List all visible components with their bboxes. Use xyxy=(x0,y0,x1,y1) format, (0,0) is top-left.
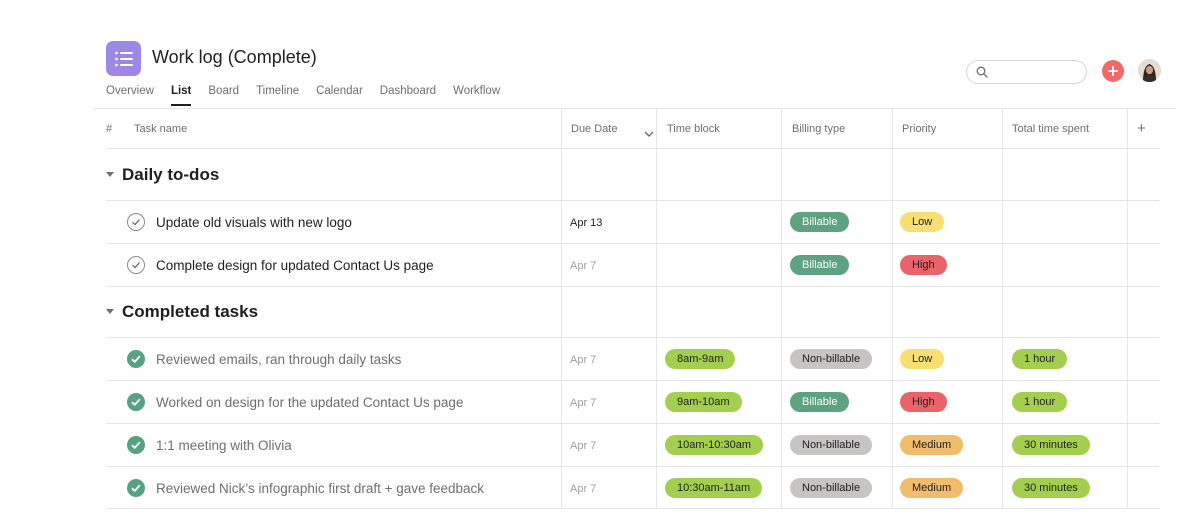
check-icon xyxy=(131,441,141,450)
total-time-badge[interactable]: 30 minutes xyxy=(1012,478,1090,498)
tab-workflow[interactable]: Workflow xyxy=(453,85,500,106)
column-header-total-time[interactable]: Total time spent xyxy=(1012,123,1089,135)
complete-checkbox[interactable] xyxy=(127,393,145,411)
table-header: # Task name Due Date Time block Billing … xyxy=(106,109,1159,149)
check-icon xyxy=(132,219,140,226)
list-icon xyxy=(114,51,133,66)
due-date[interactable]: Apr 7 xyxy=(570,397,596,409)
complete-checkbox[interactable] xyxy=(127,350,145,368)
task-name[interactable]: Reviewed emails, ran through daily tasks xyxy=(156,352,401,367)
collapse-caret-icon[interactable] xyxy=(106,309,114,314)
total-time-badge[interactable]: 1 hour xyxy=(1012,392,1068,412)
column-header-due-date[interactable]: Due Date xyxy=(571,123,617,135)
priority-badge[interactable]: High xyxy=(900,392,947,412)
task-name[interactable]: Worked on design for the updated Contact… xyxy=(156,395,463,410)
tab-overview[interactable]: Overview xyxy=(106,85,154,106)
tab-list[interactable]: List xyxy=(170,85,192,106)
project-icon[interactable] xyxy=(106,41,141,76)
priority-badge[interactable]: Low xyxy=(900,349,945,369)
complete-checkbox[interactable] xyxy=(127,213,145,231)
time-block-badge[interactable]: 9am-10am xyxy=(665,392,742,412)
priority-badge[interactable]: High xyxy=(900,255,947,275)
table-row[interactable]: 1:1 meeting with Olivia Apr 7 10am-10:30… xyxy=(106,423,1159,466)
due-date[interactable]: Apr 7 xyxy=(570,483,596,495)
billing-type-badge[interactable]: Non-billable xyxy=(790,478,873,498)
column-header-priority[interactable]: Priority xyxy=(902,123,936,135)
billing-type-badge[interactable]: Billable xyxy=(790,255,850,275)
table-row[interactable]: Reviewed emails, ran through daily tasks… xyxy=(106,337,1159,380)
total-time-badge[interactable]: 1 hour xyxy=(1012,349,1068,369)
table-row[interactable]: Update old visuals with new logo Apr 13 … xyxy=(106,200,1159,243)
user-avatar[interactable] xyxy=(1138,59,1161,82)
task-name[interactable]: Complete design for updated Contact Us p… xyxy=(156,258,434,273)
billing-type-badge[interactable]: Billable xyxy=(790,392,850,412)
check-icon xyxy=(132,262,140,269)
search-icon xyxy=(976,66,988,78)
plus-icon xyxy=(1108,66,1118,76)
table-row[interactable]: Reviewed Nick’s infographic first draft … xyxy=(106,466,1159,509)
chevron-down-icon[interactable] xyxy=(644,125,654,143)
column-header-billing-type[interactable]: Billing type xyxy=(792,123,845,135)
table-row[interactable]: Worked on design for the updated Contact… xyxy=(106,380,1159,423)
task-name[interactable]: 1:1 meeting with Olivia xyxy=(156,438,292,453)
section-title[interactable]: Daily to-dos xyxy=(122,165,219,185)
column-header-number: # xyxy=(106,123,113,135)
search-box[interactable] xyxy=(966,60,1087,84)
add-button[interactable] xyxy=(1102,60,1124,82)
task-name[interactable]: Update old visuals with new logo xyxy=(156,215,352,230)
project-title[interactable]: Work log (Complete) xyxy=(152,47,317,68)
tab-calendar[interactable]: Calendar xyxy=(316,85,363,106)
avatar-icon xyxy=(1138,59,1161,82)
tab-board[interactable]: Board xyxy=(208,85,239,106)
complete-checkbox[interactable] xyxy=(127,436,145,454)
time-block-badge[interactable]: 10:30am-11am xyxy=(665,478,763,498)
section-header: Completed tasks xyxy=(106,286,1159,337)
complete-checkbox[interactable] xyxy=(127,256,145,274)
tab-dashboard[interactable]: Dashboard xyxy=(380,85,436,106)
complete-checkbox[interactable] xyxy=(127,479,145,497)
search-input[interactable] xyxy=(993,66,1083,78)
check-icon xyxy=(131,484,141,493)
priority-badge[interactable]: Low xyxy=(900,212,945,232)
table-row[interactable]: Complete design for updated Contact Us p… xyxy=(106,243,1159,286)
due-date[interactable]: Apr 7 xyxy=(570,354,596,366)
time-block-badge[interactable]: 8am-9am xyxy=(665,349,736,369)
due-date[interactable]: Apr 13 xyxy=(570,217,602,229)
column-header-time-block[interactable]: Time block xyxy=(667,123,720,135)
check-icon xyxy=(131,398,141,407)
billing-type-badge[interactable]: Non-billable xyxy=(790,435,873,455)
due-date[interactable]: Apr 7 xyxy=(570,260,596,272)
view-tabs: Overview List Board Timeline Calendar Da… xyxy=(106,85,517,106)
total-time-badge[interactable]: 30 minutes xyxy=(1012,435,1090,455)
tab-timeline[interactable]: Timeline xyxy=(256,85,299,106)
time-block-badge[interactable]: 10am-10:30am xyxy=(665,435,763,455)
collapse-caret-icon[interactable] xyxy=(106,172,114,177)
due-date[interactable]: Apr 7 xyxy=(570,440,596,452)
check-icon xyxy=(131,355,141,364)
priority-badge[interactable]: Medium xyxy=(900,478,964,498)
task-name[interactable]: Reviewed Nick’s infographic first draft … xyxy=(156,481,484,496)
section-title[interactable]: Completed tasks xyxy=(122,302,258,322)
billing-type-badge[interactable]: Billable xyxy=(790,212,850,232)
add-column-button[interactable]: + xyxy=(1137,120,1146,137)
column-header-task-name[interactable]: Task name xyxy=(134,123,187,135)
billing-type-badge[interactable]: Non-billable xyxy=(790,349,873,369)
priority-badge[interactable]: Medium xyxy=(900,435,964,455)
